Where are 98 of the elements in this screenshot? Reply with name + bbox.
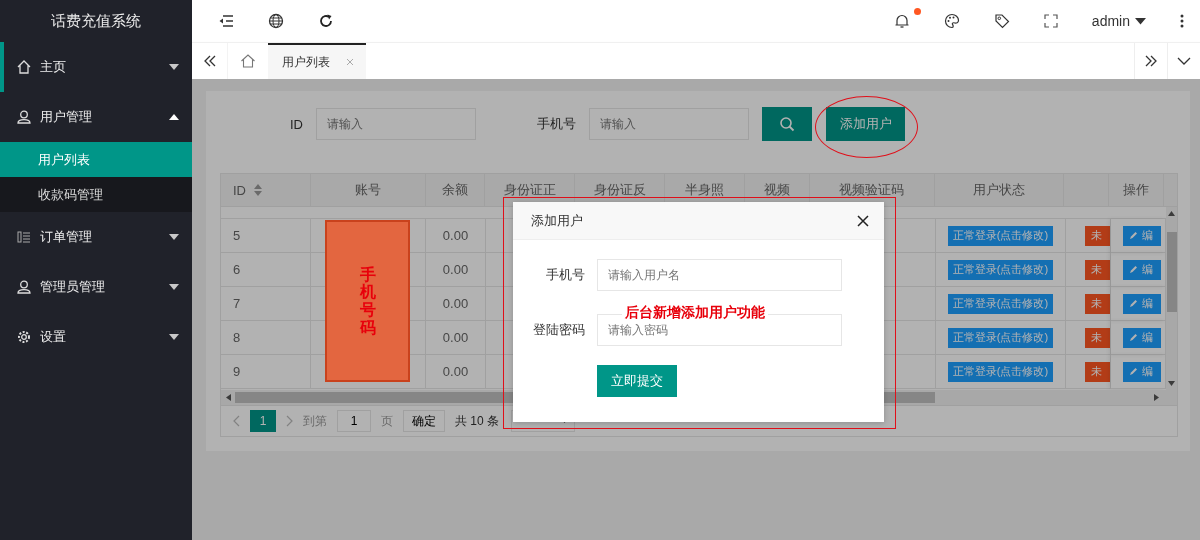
user-icon: [16, 109, 32, 125]
page-input[interactable]: 1: [337, 410, 371, 432]
sort-icon[interactable]: [254, 184, 262, 196]
goto-label: 到第: [303, 412, 327, 430]
table-cell: 5: [221, 219, 311, 253]
menu-item[interactable]: 设置: [0, 312, 192, 362]
caret-up-icon: [168, 113, 180, 121]
table-cell: 0.00: [426, 355, 486, 389]
submit-button[interactable]: 立即提交: [597, 365, 677, 397]
edit-button[interactable]: 编: [1123, 225, 1161, 246]
bell-icon[interactable]: [893, 13, 910, 29]
chevron-down-icon: [1177, 57, 1191, 65]
edit-button[interactable]: 编: [1123, 361, 1161, 382]
edit-button[interactable]: 编: [1123, 327, 1161, 348]
input-field[interactable]: 请输入: [589, 108, 749, 140]
menu-item[interactable]: 用户管理: [0, 92, 192, 142]
dialog-title: 添加用户: [531, 211, 583, 230]
menu-item[interactable]: 订单管理: [0, 212, 192, 262]
status-button[interactable]: 正常登录(点击修改): [947, 225, 1054, 246]
table-cell: 0.00: [426, 219, 486, 253]
add-user-button[interactable]: 添加用户: [826, 107, 905, 141]
refresh-icon[interactable]: [318, 13, 334, 29]
double-chevron-left-icon: [202, 55, 217, 67]
table-cell: 9: [221, 355, 311, 389]
arrow-left-icon: [226, 394, 231, 401]
scroll-thumb[interactable]: [1166, 232, 1177, 312]
vertical-scrollbar[interactable]: [1166, 207, 1177, 390]
status-button[interactable]: 正常登录(点击修改): [947, 327, 1054, 348]
field-label: 登陆密码: [532, 321, 586, 339]
chevron-right-icon[interactable]: [286, 415, 293, 427]
status-button[interactable]: 正常登录(点击修改): [947, 259, 1054, 280]
column-header: ID: [221, 174, 311, 207]
status-tag: 未: [1085, 293, 1110, 314]
caret-down-icon: [168, 233, 180, 241]
table-cell: 0.00: [426, 287, 486, 321]
annotation-text: 后台新增添加用户功能: [622, 304, 768, 322]
double-chevron-right-icon: [1144, 55, 1158, 67]
status-tag: 未: [1085, 361, 1110, 382]
pencil-icon: [1129, 231, 1138, 240]
column-header: 余额: [425, 174, 486, 207]
edit-button[interactable]: 编: [1123, 293, 1161, 314]
field-label: 手机号: [537, 115, 576, 133]
arrow-up-icon: [1168, 211, 1175, 216]
caret-down-icon: [168, 63, 180, 71]
home-icon: [16, 59, 32, 75]
palette-icon[interactable]: [943, 13, 960, 29]
caret-down-icon: [168, 333, 180, 341]
menu-item[interactable]: 主页: [0, 42, 192, 92]
column-header: 用户状态: [934, 174, 1065, 207]
more-icon[interactable]: [1180, 14, 1184, 28]
chevron-left-icon[interactable]: [233, 415, 240, 427]
caret-down-icon: [1135, 17, 1146, 25]
caret-down-icon: [168, 283, 180, 291]
globe-icon[interactable]: [268, 13, 284, 29]
status-tag: 未: [1085, 225, 1110, 246]
home-icon: [240, 53, 256, 69]
arrow-down-icon: [1168, 381, 1175, 386]
submenu-item[interactable]: 收款码管理: [0, 177, 192, 212]
arrow-right-icon: [1154, 394, 1159, 401]
fullscreen-icon[interactable]: [1043, 14, 1058, 28]
column-header: 操作: [1109, 174, 1164, 207]
status-button[interactable]: 正常登录(点击修改): [947, 293, 1054, 314]
table-cell: 8: [221, 321, 311, 355]
page-unit: 页: [381, 412, 393, 430]
page-button[interactable]: 1: [250, 410, 276, 432]
confirm-button[interactable]: 确定: [403, 410, 445, 432]
field-label: 手机号: [545, 266, 586, 284]
field-label: ID: [290, 116, 303, 132]
input-field[interactable]: 请输入: [316, 108, 476, 140]
tag-icon[interactable]: [993, 13, 1010, 29]
total-count: 共 10 条: [455, 412, 499, 430]
search-button[interactable]: [762, 107, 812, 141]
input-field[interactable]: 请输入用户名: [597, 259, 842, 291]
table-cell: 0.00: [426, 321, 486, 355]
user-icon: [16, 279, 32, 295]
close-icon[interactable]: [857, 214, 869, 227]
status-tag: 未: [1085, 259, 1110, 280]
status-tag: 未: [1085, 327, 1110, 348]
menu-fold-icon[interactable]: [218, 14, 234, 28]
gear-icon: [16, 329, 32, 345]
pencil-icon: [1129, 299, 1138, 308]
table-cell: 0.00: [426, 253, 486, 287]
edit-button[interactable]: 编: [1123, 259, 1161, 280]
user-menu[interactable]: admin: [1091, 13, 1146, 29]
pencil-icon: [1129, 265, 1138, 274]
table-cell: 7: [221, 287, 311, 321]
pencil-icon: [1129, 367, 1138, 376]
menu-item[interactable]: 管理员管理: [0, 262, 192, 312]
column-header: 账号: [310, 174, 426, 207]
tab[interactable]: 用户列表: [268, 43, 366, 79]
table-cell: 6: [221, 253, 311, 287]
annotation-text: 手机号码: [359, 265, 376, 337]
search-icon: [779, 116, 795, 132]
status-button[interactable]: 正常登录(点击修改): [947, 361, 1054, 382]
app-title: 话费充值系统: [50, 11, 142, 31]
document-icon: [16, 229, 32, 245]
pencil-icon: [1129, 333, 1138, 342]
submenu-item[interactable]: 用户列表: [0, 142, 192, 177]
